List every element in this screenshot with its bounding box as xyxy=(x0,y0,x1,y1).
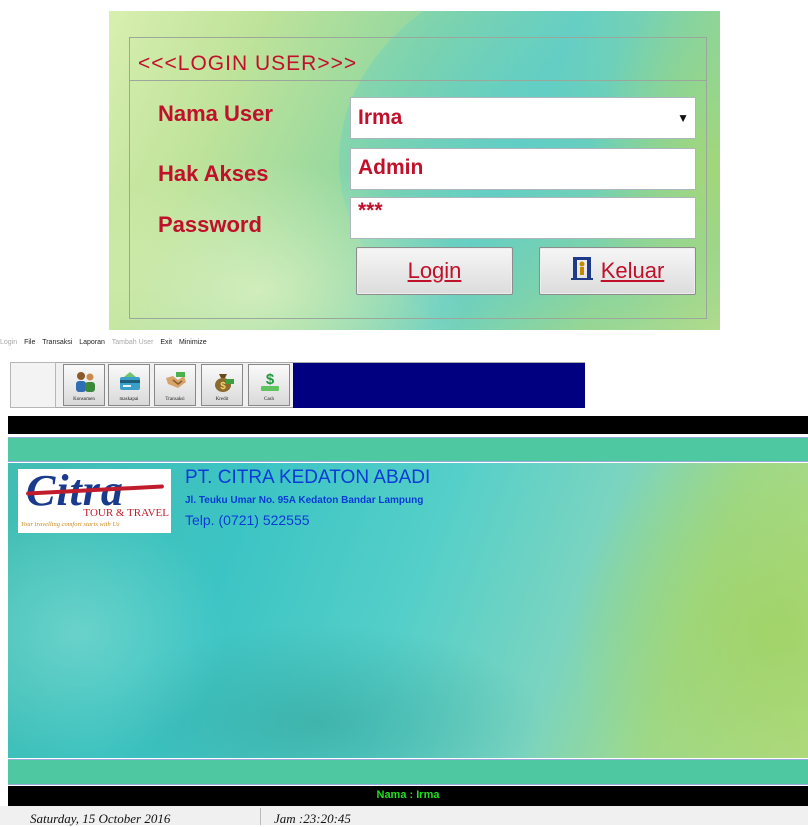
login-button[interactable]: Login xyxy=(356,247,513,295)
logo-tagline: Your travelling comfort starts with Us xyxy=(21,521,120,528)
maskapai-label: maskapai xyxy=(119,397,139,402)
menu-tambah-user[interactable]: Tambah User xyxy=(112,339,154,346)
company-address: Jl. Teuku Umar No. 95A Kedaton Bandar La… xyxy=(185,495,424,506)
transaksi-label: Transaksi xyxy=(165,397,185,402)
password-field[interactable]: *** xyxy=(350,197,696,239)
top-green-bar xyxy=(8,437,808,462)
menu-minimize[interactable]: Minimize xyxy=(179,339,207,346)
toolbar-blank-pane xyxy=(10,362,56,408)
divider xyxy=(130,80,706,81)
menu-login[interactable]: Login xyxy=(0,339,17,346)
door-icon xyxy=(570,255,593,287)
nama-user-label: Nama User xyxy=(158,101,273,126)
transaksi-button[interactable]: Transaksi xyxy=(154,364,196,406)
handshake-icon xyxy=(166,372,186,388)
login-panel: <<<LOGIN USER>>> Nama User Irma ▼ Hak Ak… xyxy=(109,11,720,330)
cash-label: Cash xyxy=(264,397,274,402)
menu-bar: Login File Transaksi Laporan Tambah User… xyxy=(0,339,808,357)
konsumen-label: Konsumen xyxy=(73,397,95,402)
top-black-bar xyxy=(8,416,808,434)
password-label: Password xyxy=(158,212,262,237)
nama-user-select[interactable]: Irma ▼ xyxy=(350,97,696,139)
company-name: PT. CITRA KEDATON ABADI xyxy=(185,467,431,488)
svg-text:$: $ xyxy=(220,381,226,392)
dropdown-arrow-icon[interactable]: ▼ xyxy=(677,98,689,138)
menu-file[interactable]: File xyxy=(24,339,35,346)
money-bag-icon: $ xyxy=(215,374,234,392)
company-logo: Citra TOUR & TRAVEL Your travelling comf… xyxy=(18,469,171,533)
menu-transaksi[interactable]: Transaksi xyxy=(42,339,72,346)
toolbar-banner xyxy=(293,363,585,408)
background-swoosh xyxy=(568,463,808,758)
kredit-label: Kredit xyxy=(215,397,229,402)
dollar-icon: $ xyxy=(261,371,279,391)
company-phone: Telp. (0721) 522555 xyxy=(185,512,310,528)
people-icon xyxy=(76,372,95,392)
login-title: <<<LOGIN USER>>> xyxy=(138,52,358,75)
cash-button[interactable]: $ Cash xyxy=(248,364,290,406)
login-button-label: Login xyxy=(407,258,462,283)
status-divider xyxy=(260,808,261,825)
hak-akses-label: Hak Akses xyxy=(158,161,269,186)
keluar-button[interactable]: Keluar xyxy=(539,247,696,295)
maskapai-button[interactable]: maskapai xyxy=(108,364,150,406)
nama-user-value: Irma xyxy=(358,106,403,129)
current-user-label: Nama : Irma xyxy=(376,789,440,801)
hak-akses-field[interactable]: Admin xyxy=(350,148,696,190)
kredit-button[interactable]: $ Kredit xyxy=(201,364,243,406)
menu-laporan[interactable]: Laporan xyxy=(79,339,105,346)
keluar-button-label: Keluar xyxy=(600,258,665,283)
logo-subtitle: TOUR & TRAVEL xyxy=(83,507,169,519)
menu-exit[interactable]: Exit xyxy=(160,339,172,346)
password-value: *** xyxy=(358,199,383,222)
svg-text:$: $ xyxy=(266,371,275,388)
konsumen-button[interactable]: Konsumen xyxy=(63,364,105,406)
card-icon xyxy=(120,372,140,390)
hak-akses-value: Admin xyxy=(358,156,424,179)
bottom-green-bar xyxy=(8,759,808,785)
